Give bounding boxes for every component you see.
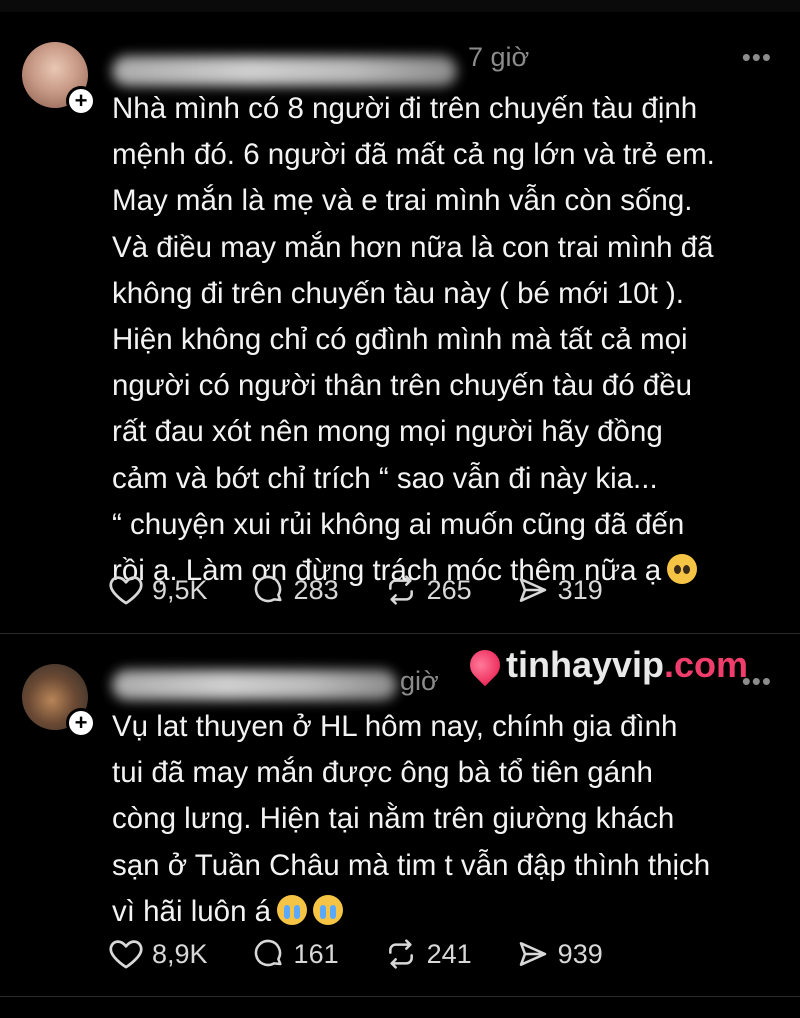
heart-icon bbox=[109, 576, 143, 605]
top-bar bbox=[0, 0, 800, 12]
repost-button[interactable]: 241 bbox=[383, 938, 472, 970]
comment-button[interactable]: 161 bbox=[252, 938, 339, 970]
comment-button[interactable]: 283 bbox=[252, 574, 339, 606]
thread-post-1: + 7 giờ ••• Nhà mình có 8 người đi trên … bbox=[0, 12, 800, 634]
crying-face-icon bbox=[277, 894, 308, 925]
comment-icon bbox=[254, 939, 282, 967]
post-text: Vụ lat thuyen ở HL hôm nay, chính gia đì… bbox=[112, 710, 711, 928]
share-count: 939 bbox=[557, 938, 603, 969]
heart-icon bbox=[109, 940, 143, 969]
username-redacted[interactable] bbox=[112, 670, 397, 700]
pleading-face-icon bbox=[667, 554, 698, 585]
thread-post-2: + giờ tinhayvip .com ••• Vụ lat thuyen ở … bbox=[0, 634, 800, 1018]
comment-count: 283 bbox=[293, 574, 339, 605]
share-button[interactable]: 319 bbox=[516, 574, 603, 606]
avatar-container[interactable]: + bbox=[22, 42, 96, 116]
like-count: 8,9K bbox=[152, 938, 208, 969]
watermark: tinhayvip .com bbox=[463, 643, 749, 687]
username-redacted[interactable] bbox=[112, 56, 457, 86]
repost-icon bbox=[388, 939, 413, 969]
comment-icon bbox=[254, 575, 282, 603]
like-button[interactable]: 9,5K bbox=[108, 574, 208, 606]
watermark-name: tinhayvip bbox=[506, 644, 665, 685]
follow-button[interactable]: + bbox=[66, 708, 96, 738]
share-button[interactable]: 939 bbox=[516, 938, 603, 970]
crying-face-icon bbox=[313, 894, 344, 925]
share-count: 319 bbox=[557, 574, 603, 605]
watermark-domain: .com bbox=[664, 644, 749, 685]
repost-button[interactable]: 265 bbox=[383, 574, 472, 606]
more-options-icon[interactable]: ••• bbox=[742, 666, 772, 697]
post-time: giờ bbox=[400, 666, 439, 696]
post-text: Nhà mình có 8 người đi trên chuyến tàu đ… bbox=[112, 92, 715, 588]
watermark-logo-icon bbox=[463, 643, 507, 687]
post-body: Nhà mình có 8 người đi trên chuyến tàu đ… bbox=[112, 86, 782, 594]
comment-count: 161 bbox=[293, 938, 339, 969]
repost-count: 265 bbox=[426, 574, 472, 605]
repost-icon bbox=[388, 575, 413, 605]
avatar-container[interactable]: + bbox=[22, 664, 96, 738]
post-body: Vụ lat thuyen ở HL hôm nay, chính gia đì… bbox=[112, 704, 782, 935]
action-bar: 9,5K 283 265 319 bbox=[108, 574, 647, 606]
send-icon bbox=[519, 578, 546, 602]
like-button[interactable]: 8,9K bbox=[108, 938, 208, 970]
like-count: 9,5K bbox=[152, 574, 208, 605]
send-icon bbox=[519, 942, 546, 966]
action-bar: 8,9K 161 241 939 bbox=[108, 938, 647, 970]
more-options-icon[interactable]: ••• bbox=[742, 42, 772, 73]
repost-count: 241 bbox=[426, 938, 472, 969]
follow-button[interactable]: + bbox=[66, 86, 96, 116]
post-time: 7 giờ bbox=[468, 42, 530, 72]
post-divider bbox=[0, 996, 800, 997]
